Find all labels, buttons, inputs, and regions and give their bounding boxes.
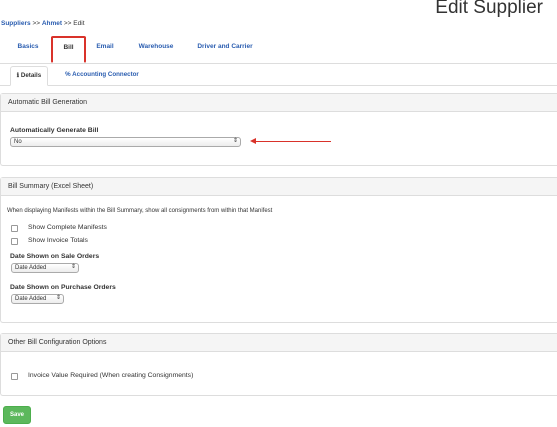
subtab-accounting-label: Accounting Connector [72, 71, 139, 78]
save-button[interactable]: Save [3, 406, 31, 424]
subtab-details[interactable]: ℹ Details [10, 66, 48, 86]
link-icon: % [65, 71, 71, 78]
info-icon: ℹ [16, 72, 20, 79]
breadcrumb-current: Edit [73, 20, 85, 27]
subtab-accounting-connector[interactable]: % Accounting Connector [60, 66, 144, 84]
select-arrows-icon: ⇕ [232, 138, 238, 144]
purchase-orders-date-select[interactable]: Date Added ⇕ [11, 294, 64, 304]
sub-tabs: ℹ Details % Accounting Connector [0, 66, 557, 86]
tab-basics[interactable]: Basics [10, 37, 46, 62]
breadcrumb-suppliers-link[interactable]: Suppliers [1, 20, 31, 27]
other-options-panel: Other Bill Configuration Options Invoice… [0, 333, 557, 396]
auto-generate-value: No [14, 139, 22, 145]
sale-orders-date-label: Date Shown on Sale Orders [10, 253, 100, 260]
breadcrumb: Suppliers >> Ahmet >> Edit [1, 20, 85, 27]
sale-orders-date-value: Date Added [15, 265, 47, 271]
bill-summary-description: When displaying Manifests within the Bil… [7, 208, 273, 214]
page-title: Edit Supplier [435, 0, 543, 18]
purchase-orders-date-value: Date Added [15, 296, 47, 302]
panel-heading: Other Bill Configuration Options [1, 334, 557, 352]
annotation-arrow-line [255, 141, 331, 142]
show-complete-manifests-checkbox[interactable] [11, 225, 18, 232]
auto-generate-select[interactable]: No ⇕ [10, 137, 241, 147]
panel-heading: Automatic Bill Generation [1, 94, 557, 112]
tab-warehouse[interactable]: Warehouse [132, 37, 180, 62]
panel-heading: Bill Summary (Excel Sheet) [1, 178, 557, 196]
tab-email[interactable]: Email [89, 37, 121, 62]
breadcrumb-separator: >> [63, 20, 72, 27]
show-complete-manifests-label: Show Complete Manifests [28, 224, 107, 231]
invoice-value-required-checkbox[interactable] [11, 373, 18, 380]
breadcrumb-supplier-link[interactable]: Ahmet [42, 20, 62, 27]
auto-bill-panel: Automatic Bill Generation Automatically … [0, 93, 557, 166]
breadcrumb-separator: >> [32, 20, 41, 27]
purchase-orders-date-label: Date Shown on Purchase Orders [10, 284, 116, 291]
invoice-value-required-label: Invoice Value Required (When creating Co… [28, 372, 194, 379]
bill-summary-panel: Bill Summary (Excel Sheet) When displayi… [0, 177, 557, 323]
tab-driver-and-carrier[interactable]: Driver and Carrier [190, 37, 260, 62]
main-tabs: Basics Bill Email Warehouse Driver and C… [0, 36, 557, 64]
auto-generate-label: Automatically Generate Bill [10, 127, 99, 134]
sale-orders-date-select[interactable]: Date Added ⇕ [11, 263, 79, 273]
select-arrows-icon: ⇕ [55, 295, 61, 301]
select-arrows-icon: ⇕ [70, 264, 76, 270]
show-invoice-totals-label: Show Invoice Totals [28, 237, 88, 244]
show-invoice-totals-checkbox[interactable] [11, 238, 18, 245]
subtab-details-label: Details [20, 72, 42, 79]
tab-bill[interactable]: Bill [51, 36, 86, 63]
